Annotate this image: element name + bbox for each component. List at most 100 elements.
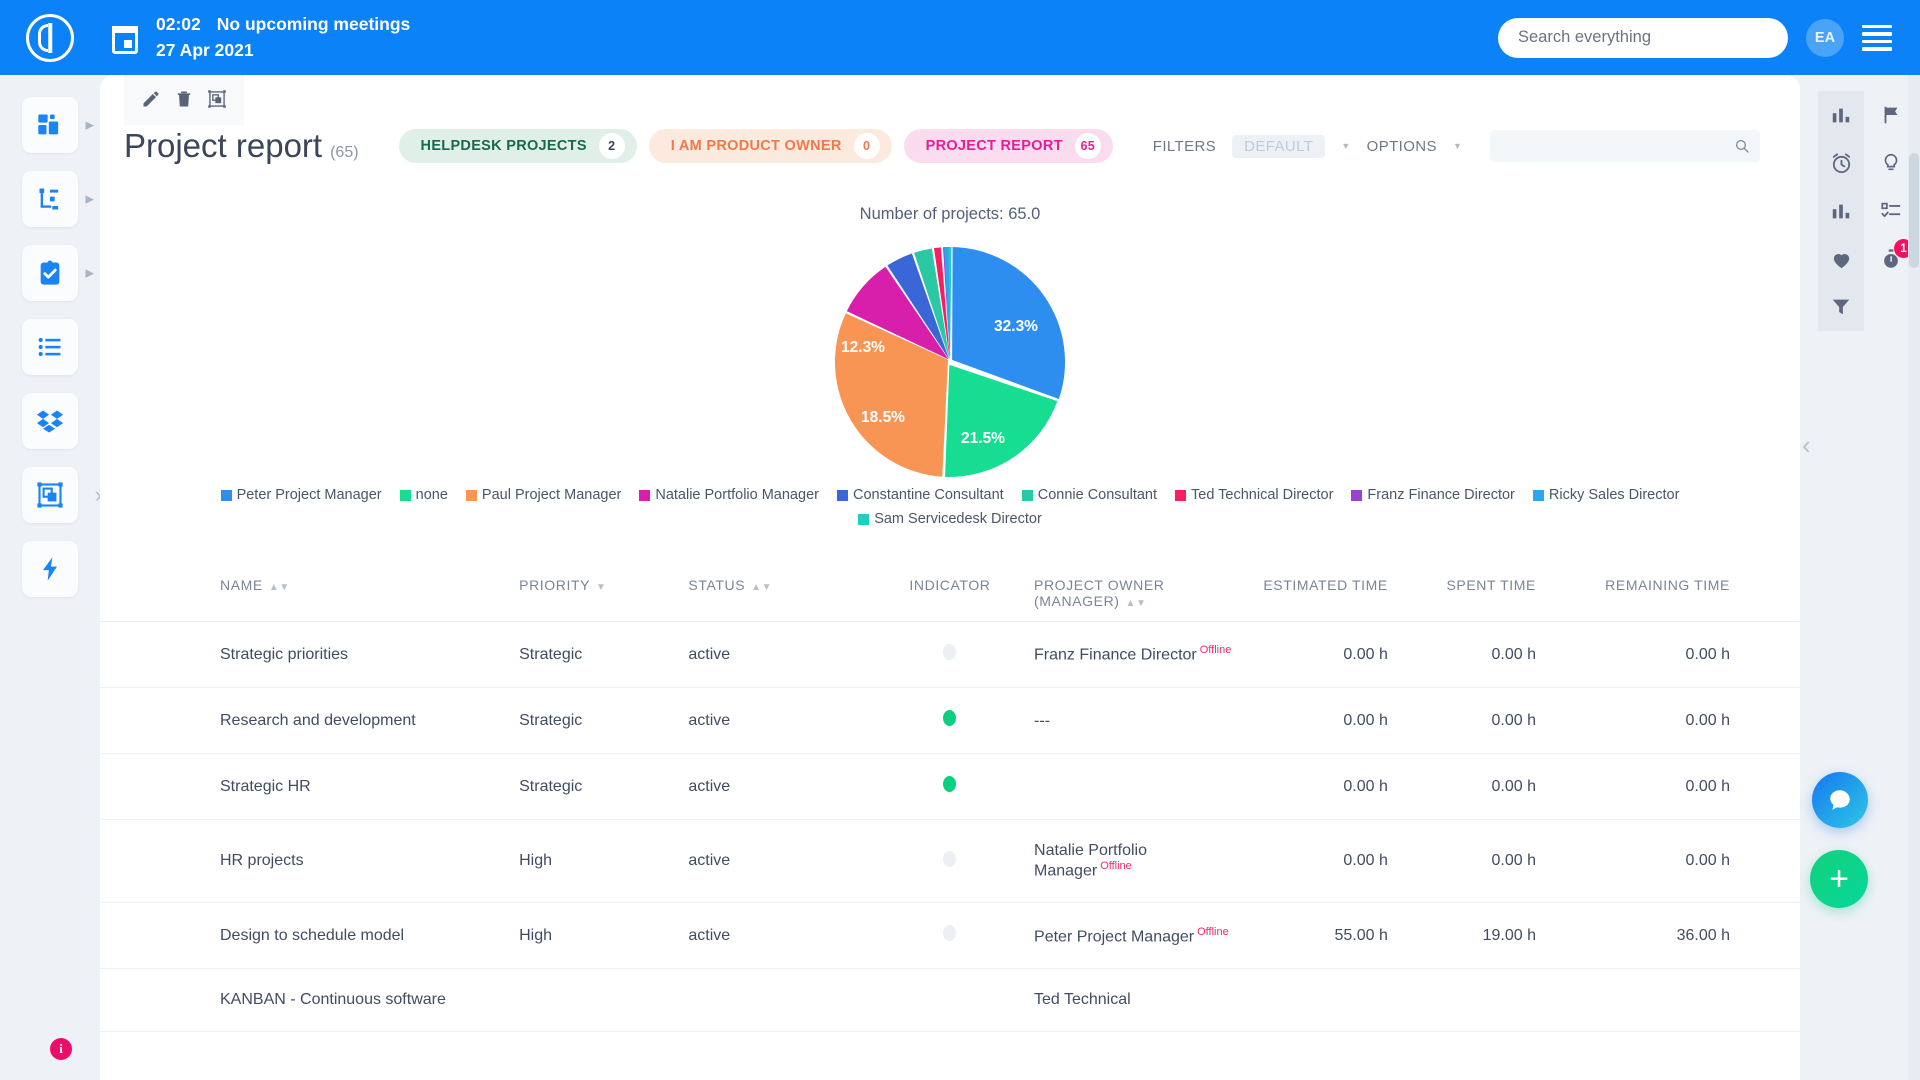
pencil-edit-icon[interactable] — [141, 89, 161, 109]
sidebar-item-project-frame[interactable]: › — [22, 467, 102, 523]
table-row[interactable]: Strategic priorities Strategic active Fr… — [100, 621, 1800, 688]
cell-indicator — [875, 902, 1025, 970]
legend-item[interactable]: Connie Consultant — [1021, 487, 1157, 503]
table-row[interactable]: Strategic HR Strategic active 0.00 h 0.0… — [100, 753, 1800, 820]
table-row[interactable]: Design to schedule model High active Pet… — [100, 902, 1800, 970]
legend-swatch-icon — [399, 489, 411, 501]
table-body: Strategic priorities Strategic active Fr… — [100, 621, 1800, 1033]
projects-table: NAME ▲▼ PRIORITY ▼ STATUS ▲▼ INDICATOR PROJ… — [100, 563, 1800, 1033]
cell-name[interactable]: KANBAN - Continuous software — [100, 968, 510, 1033]
cell-spent-time: 0.00 h — [1397, 819, 1546, 904]
avatar[interactable]: EA — [1806, 18, 1844, 57]
lightning-icon — [43, 557, 57, 581]
bar-chart-icon-2[interactable] — [1818, 187, 1864, 235]
legend-item[interactable]: Paul Project Manager — [465, 487, 621, 503]
project-frame-icon[interactable] — [207, 89, 227, 109]
record-action-toolbar — [124, 75, 244, 125]
page-title: Project report (65) — [124, 127, 359, 164]
sort-arrows-icon[interactable]: ▲▼ — [751, 582, 772, 593]
info-badge[interactable]: i — [50, 1038, 72, 1060]
legend-item[interactable]: none — [399, 487, 448, 503]
cell-status: active — [678, 902, 876, 970]
table-search-box[interactable] — [1490, 130, 1761, 162]
table-search-input[interactable] — [1500, 138, 1735, 154]
collapse-panel-chevron[interactable]: ‹ — [1802, 430, 1811, 461]
cell-name[interactable]: Strategic priorities — [100, 621, 510, 688]
legend-swatch-icon — [1021, 489, 1033, 501]
options-dropdown[interactable]: OPTIONS — [1367, 138, 1437, 155]
sort-arrows-icon[interactable]: ▼ — [596, 582, 607, 593]
page-scrollbar-thumb[interactable] — [1909, 153, 1919, 268]
heart-icon[interactable] — [1818, 235, 1864, 283]
app-logo[interactable] — [0, 13, 100, 62]
table-row[interactable]: Research and development Strategic activ… — [100, 687, 1800, 754]
bar-chart-icon-1[interactable] — [1818, 91, 1864, 139]
chat-fab-button[interactable] — [1812, 772, 1868, 828]
legend-item[interactable]: Peter Project Manager — [220, 487, 382, 503]
table-row[interactable]: KANBAN - Continuous software Ted Technic… — [100, 968, 1800, 1033]
legend-label: Sam Servicedesk Director — [874, 511, 1042, 527]
legend-label: Peter Project Manager — [236, 487, 382, 503]
status-dot-grey — [943, 925, 957, 942]
sidebar-item-dashboard[interactable]: ▶ — [22, 97, 94, 153]
pie-chart-area: Number of projects: 65.0 32.3% 21.5% 18.… — [100, 187, 1800, 577]
sidebar-item-tasks[interactable]: ▶ — [22, 245, 94, 301]
legend-item[interactable]: Natalie Portfolio Manager — [639, 487, 819, 503]
projects-table-wrap: NAME ▲▼ PRIORITY ▼ STATUS ▲▼ INDICATOR PROJ… — [100, 563, 1800, 1080]
pill-i-am-product-owner[interactable]: I AM PRODUCT OWNER 0 — [648, 129, 892, 163]
legend-item[interactable]: Ted Technical Director — [1175, 487, 1333, 503]
pie-chart[interactable]: 32.3% 21.5% 18.5% 12.3% — [100, 232, 1800, 477]
project-frame-icon — [37, 482, 63, 508]
dashboard-icon — [38, 114, 59, 135]
cell-status: active — [678, 819, 876, 904]
column-header-name[interactable]: NAME ▲▼ — [100, 563, 510, 622]
funnel-filter-icon[interactable] — [1818, 283, 1864, 331]
cell-status: active — [678, 687, 876, 754]
column-header-project-owner[interactable]: PROJECT OWNER (MANAGER) ▲▼ — [1024, 563, 1243, 622]
cell-spent-time — [1397, 968, 1546, 1033]
chevron-down-icon[interactable]: ▼ — [1341, 141, 1350, 151]
column-label: NAME — [220, 577, 263, 593]
calendar-icon[interactable] — [100, 22, 150, 54]
pie-slice-label-3: 18.5% — [861, 409, 905, 426]
legend-item[interactable]: Sam Servicedesk Director — [858, 511, 1042, 527]
add-fab-button[interactable]: + — [1810, 850, 1868, 908]
chevron-down-icon[interactable]: ▼ — [1453, 141, 1462, 151]
sidebar-item-dropbox[interactable] — [22, 393, 78, 449]
search-icon[interactable] — [1734, 138, 1750, 154]
legend-item[interactable]: Ricky Sales Director — [1532, 487, 1679, 503]
cell-project-owner: Ted Technical — [1024, 968, 1243, 1033]
sidebar-item-list[interactable] — [22, 319, 78, 375]
cell-spent-time: 19.00 h — [1397, 902, 1546, 970]
column-header-indicator: INDICATOR — [875, 563, 1025, 622]
legend-item[interactable]: Constantine Consultant — [836, 487, 1004, 503]
pill-helpdesk-projects[interactable]: HELPDESK PROJECTS 2 — [398, 129, 637, 163]
cell-indicator — [875, 753, 1025, 820]
sidebar-item-lightning[interactable] — [22, 541, 78, 597]
trash-delete-icon[interactable] — [174, 89, 194, 109]
pill-project-report[interactable]: PROJECT REPORT 65 — [903, 129, 1113, 163]
legend-swatch-icon — [465, 489, 477, 501]
cell-name[interactable]: HR projects — [100, 819, 510, 904]
filters-value-dropdown[interactable]: DEFAULT — [1232, 134, 1326, 158]
search-input[interactable] — [1498, 17, 1788, 58]
cell-name[interactable]: Strategic HR — [100, 753, 510, 820]
hamburger-menu-icon[interactable] — [1862, 24, 1892, 51]
page-scrollbar-track[interactable] — [1908, 75, 1920, 1080]
sort-arrows-icon[interactable]: ▲▼ — [269, 582, 290, 593]
cell-remaining-time: 0.00 h — [1546, 687, 1800, 754]
cell-name[interactable]: Design to schedule model — [100, 902, 510, 970]
column-header-status[interactable]: STATUS ▲▼ — [678, 563, 876, 622]
column-header-priority[interactable]: PRIORITY ▼ — [509, 563, 679, 622]
cell-estimated-time: 0.00 h — [1242, 753, 1398, 820]
cell-name[interactable]: Research and development — [100, 687, 510, 754]
legend-item[interactable]: Franz Finance Director — [1351, 487, 1515, 503]
pie-slice-label-2: 21.5% — [961, 430, 1005, 447]
sort-arrows-icon[interactable]: ▲▼ — [1126, 598, 1147, 609]
table-row[interactable]: HR projects High active Natalie Portfoli… — [100, 819, 1800, 904]
cell-indicator — [875, 687, 1025, 754]
alarm-clock-icon[interactable] — [1818, 139, 1864, 187]
pie-chart-svg[interactable]: 32.3% 21.5% 18.5% 12.3% — [820, 232, 1080, 477]
cell-estimated-time: 55.00 h — [1242, 902, 1398, 970]
sidebar-item-hierarchy[interactable]: ▶ — [22, 171, 94, 227]
